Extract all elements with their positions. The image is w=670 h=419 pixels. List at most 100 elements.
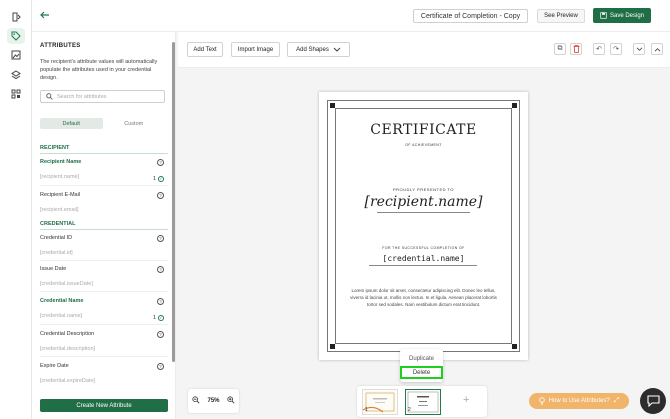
canvas-toolbar: Add Text Import Image Add Shapes ⧉ ↶ ↷ [178,32,670,68]
add-text-button[interactable]: Add Text [187,42,223,57]
attribute-recipient-name[interactable]: Recipient Name ? [recipient.name] 1 ✓ [40,159,166,182]
create-new-attribute-button[interactable]: Create New Attribute [40,399,168,412]
recipient-name-placeholder[interactable]: [recipient.name] [319,194,528,210]
certificate-subtitle[interactable]: OF ACHIEVEMENT [319,143,528,147]
tab-custom[interactable]: Custom [103,118,166,129]
certificate-body-text[interactable]: Lorem ipsum dolor sit amet, consectetur … [347,287,500,308]
attribute-label: Recipient Name [40,159,82,165]
help-icon[interactable]: ? [157,331,164,338]
section-recipient: RECIPIENT [40,145,168,154]
divider [40,324,168,325]
chevron-up-icon[interactable] [651,43,663,55]
divider [40,260,168,261]
duplicate-menu-item[interactable]: Duplicate [400,352,443,365]
check-icon: ✓ [158,176,164,182]
page-thumbnail[interactable]: 1 [362,389,398,415]
panel-description: The recipient's attribute values will au… [40,59,158,81]
attribute-label: Credential Description [40,331,95,337]
left-rail [0,0,32,419]
attribute-value: [credential.description] [40,346,96,352]
attribute-credential-id[interactable]: Credential ID ? [credential.id] [40,235,166,256]
help-icon[interactable]: ? [157,363,164,370]
add-shapes-dropdown[interactable]: Add Shapes [287,42,350,57]
add-shapes-label: Add Shapes [296,46,329,53]
attribute-label: Issue Date [40,266,67,272]
attribute-search-field[interactable]: Search for attributes [40,90,165,103]
name-underline [377,212,470,213]
help-icon[interactable]: ? [157,159,164,166]
image-icon[interactable] [9,48,23,62]
save-icon [600,12,607,19]
credential-underline [369,265,477,266]
import-image-button[interactable]: Import Image [231,42,280,57]
see-preview-button[interactable]: See Preview [537,9,585,23]
resize-handle[interactable] [512,103,517,108]
attribute-label: Credential ID [40,235,73,241]
help-icon[interactable]: ? [157,266,164,273]
help-icon[interactable]: ? [157,235,164,242]
attribute-value: [credential.issueDate] [40,281,93,287]
resize-handle[interactable] [330,103,335,108]
usage-count: 1 ✓ [153,315,164,321]
trash-icon[interactable] [570,43,582,55]
lightbulb-icon [538,397,545,405]
resize-handle[interactable] [330,344,335,349]
presented-to-text[interactable]: PROUDLY PRESENTED TO [319,187,528,192]
attribute-label: Expire Date [40,363,69,369]
attribute-expire-date[interactable]: Expire Date ? [credential.expireDate] [40,363,166,384]
copy-icon[interactable]: ⧉ [554,43,566,55]
page-number: 2 [408,407,411,413]
app-root: Certificate of Completion - Copy See Pre… [0,0,670,419]
top-bar: Certificate of Completion - Copy See Pre… [32,0,670,32]
attribute-value: [credential.id] [40,250,73,256]
page-thumbnail-selected[interactable]: 2 [405,389,441,415]
expand-icon: ⤢ [613,397,620,404]
layers-icon[interactable] [9,68,23,82]
chevron-down-icon [333,47,341,52]
chat-support-icon[interactable] [640,388,666,414]
attribute-value: [credential.name] [40,313,83,319]
credential-name-placeholder[interactable]: [credential.name] [319,254,528,263]
section-credential: CREDENTIAL [40,221,168,230]
attribute-tabs: Default Custom [40,118,165,129]
certificate-canvas[interactable]: CERTIFICATE OF ACHIEVEMENT PROUDLY PRESE… [319,92,528,360]
flip-icon[interactable] [9,10,23,24]
help-icon[interactable]: ? [157,298,164,305]
attributes-panel: ATTRIBUTES The recipient's attribute val… [32,32,176,419]
design-title-input[interactable]: Certificate of Completion - Copy [413,9,528,23]
save-design-button[interactable]: Save Design [593,8,651,23]
add-page-icon[interactable]: + [463,394,469,406]
undo-icon[interactable]: ↶ [593,43,605,55]
certificate-title[interactable]: CERTIFICATE [319,122,528,138]
save-design-label: Save Design [609,12,645,19]
how-to-label: How to Use Attributes? [548,398,610,404]
attribute-credential-name[interactable]: Credential Name ? [credential.name] 1 ✓ [40,298,166,321]
attribute-issue-date[interactable]: Issue Date ? [credential.issueDate] [40,266,166,287]
divider [40,185,168,186]
qr-grid-icon[interactable] [9,87,23,101]
zoom-level: 75% [207,398,220,404]
attribute-value: [recipient.name] [40,174,80,180]
sidebar-scrollbar[interactable] [172,42,175,362]
redo-icon[interactable]: ↷ [610,43,622,55]
attribute-recipient-email[interactable]: Recipient E-Mail ? [recipient.email] [40,192,166,213]
usage-count-value: 1 [152,315,156,321]
tag-icon[interactable] [7,28,25,44]
search-placeholder: Search for attributes [57,93,107,100]
zoom-in-icon[interactable] [227,396,235,406]
resize-handle[interactable] [512,344,517,349]
check-icon: ✓ [158,315,164,321]
chevron-down-icon[interactable] [633,43,645,55]
attribute-value: [credential.expireDate] [40,378,96,384]
zoom-out-icon[interactable] [192,396,200,406]
zoom-control: 75% [188,389,239,413]
tab-default[interactable]: Default [40,118,103,129]
usage-count-value: 1 [152,176,156,182]
completion-text[interactable]: FOR THE SUCCESSFUL COMPLETION OF [319,246,528,250]
back-arrow-icon[interactable] [40,10,50,22]
help-icon[interactable]: ? [157,192,164,199]
how-to-use-attributes-button[interactable]: How to Use Attributes? ⤢ [529,393,629,409]
delete-menu-item[interactable]: Delete [400,366,443,379]
panel-heading: ATTRIBUTES [40,43,81,49]
attribute-credential-description[interactable]: Credential Description ? [credential.des… [40,331,166,352]
